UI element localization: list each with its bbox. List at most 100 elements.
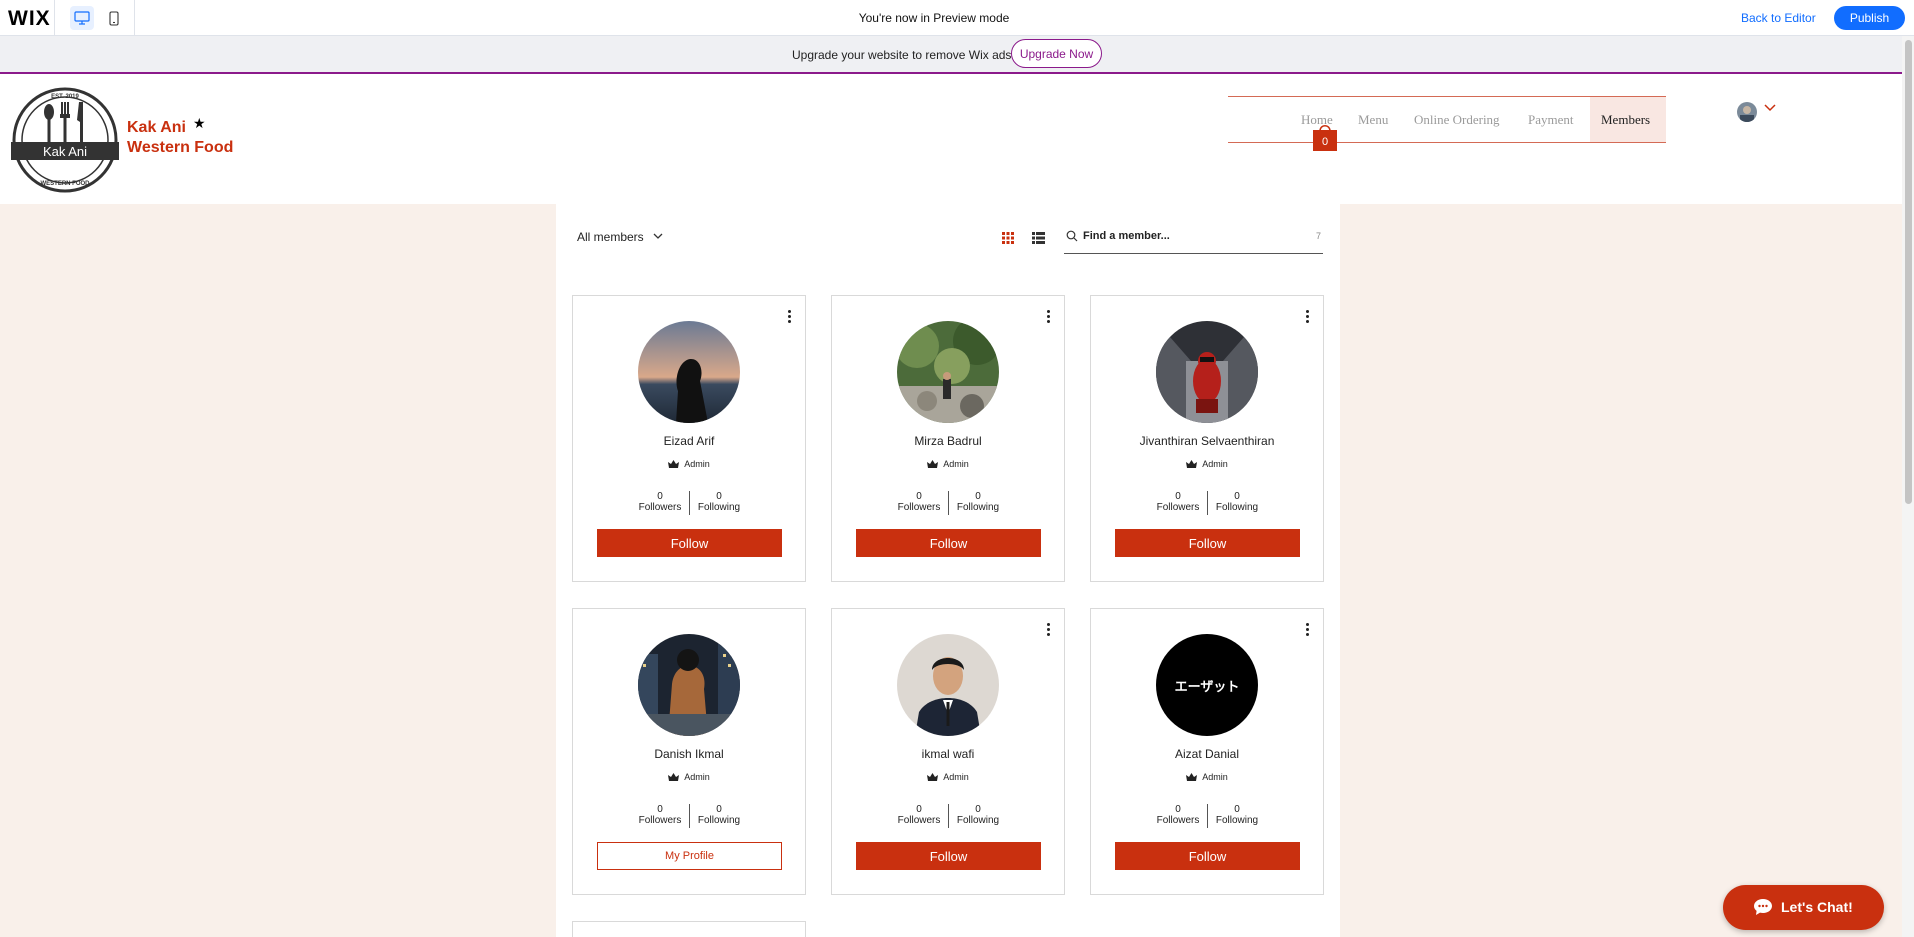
role-label: Admin [1202, 459, 1228, 469]
member-name[interactable]: Eizad Arif [573, 434, 805, 448]
following-label: Following [697, 815, 741, 826]
followers-stat[interactable]: 0 Followers [631, 491, 689, 513]
search-placeholder: Find a member... [1083, 230, 1170, 242]
following-label: Following [956, 815, 1000, 826]
role-label: Admin [684, 459, 710, 469]
chevron-down-icon[interactable] [1764, 104, 1776, 112]
member-avatar[interactable] [897, 321, 999, 423]
more-options-icon[interactable] [1305, 310, 1309, 326]
member-stats: 0 Followers 0 Following [1091, 804, 1323, 828]
member-avatar[interactable] [897, 634, 999, 736]
chat-bubble-icon [1754, 899, 1772, 915]
member-card[interactable]: ikmal wafi Admin 0 Followers 0 Following F… [831, 608, 1065, 895]
member-avatar[interactable] [1156, 321, 1258, 423]
more-options-icon[interactable] [1046, 310, 1050, 326]
followers-count: 0 [916, 491, 922, 502]
member-card[interactable] [572, 921, 806, 937]
followers-stat[interactable]: 0 Followers [1149, 491, 1207, 513]
member-role: Admin [573, 459, 805, 469]
follow-button[interactable]: Follow [856, 842, 1041, 870]
follow-button[interactable]: Follow [597, 529, 782, 557]
my-profile-button[interactable]: My Profile [597, 842, 782, 870]
nav-item-online-ordering[interactable]: Online Ordering [1414, 97, 1500, 142]
followers-stat[interactable]: 0 Followers [631, 804, 689, 826]
following-label: Following [1215, 815, 1259, 826]
followers-count: 0 [916, 804, 922, 815]
member-name[interactable]: Aizat Danial [1091, 747, 1323, 761]
following-stat[interactable]: 0 Following [690, 491, 748, 513]
member-card[interactable]: Mirza Badrul Admin 0 Followers 0 Following… [831, 295, 1065, 582]
member-card[interactable]: Jivanthiran Selvaenthiran Admin 0 Followe… [1090, 295, 1324, 582]
followers-stat[interactable]: 0 Followers [890, 491, 948, 513]
following-count: 0 [1234, 804, 1240, 815]
following-stat[interactable]: 0 Following [1208, 491, 1266, 513]
member-avatar[interactable] [638, 321, 740, 423]
member-search-input[interactable]: Find a member... 7 [1064, 226, 1323, 254]
followers-label: Followers [897, 815, 941, 826]
role-label: Admin [684, 772, 710, 782]
member-stats: 0 Followers 0 Following [573, 491, 805, 515]
member-avatar[interactable] [638, 634, 740, 736]
role-label: Admin [1202, 772, 1228, 782]
role-label: Admin [943, 459, 969, 469]
follow-button[interactable]: Follow [1115, 842, 1300, 870]
following-stat[interactable]: 0 Following [949, 804, 1007, 826]
member-role: Admin [573, 772, 805, 782]
following-stat[interactable]: 0 Following [949, 491, 1007, 513]
chevron-down-icon[interactable] [653, 233, 663, 240]
crown-icon [1186, 460, 1198, 468]
brand-name[interactable]: Kak Ani Western Food [127, 118, 233, 158]
member-name[interactable]: Danish Ikmal [573, 747, 805, 761]
brand-line-1: Kak Ani [127, 119, 186, 136]
crown-icon [668, 773, 680, 781]
role-label: Admin [943, 772, 969, 782]
member-avatar[interactable]: エーザット [1156, 634, 1258, 736]
list-view-icon[interactable] [1032, 232, 1045, 244]
following-count: 0 [716, 804, 722, 815]
back-to-editor-link[interactable]: Back to Editor [1741, 11, 1816, 25]
followers-count: 0 [657, 491, 663, 502]
scrollbar-thumb[interactable] [1905, 40, 1912, 504]
member-role: Admin [1091, 772, 1323, 782]
following-stat[interactable]: 0 Following [690, 804, 748, 826]
member-name[interactable]: Mirza Badrul [832, 434, 1064, 448]
member-role: Admin [1091, 459, 1323, 469]
cart-button[interactable]: 0 [1312, 122, 1338, 152]
nav-item-menu[interactable]: Menu [1358, 97, 1388, 142]
nav-item-payment[interactable]: Payment [1528, 97, 1574, 142]
brand-line-2: Western Food [127, 139, 234, 156]
crown-icon [668, 460, 680, 468]
member-card[interactable]: Eizad Arif Admin 0 Followers 0 Following F… [572, 295, 806, 582]
nav-item-members[interactable]: Members [1590, 97, 1666, 142]
follow-button[interactable]: Follow [1115, 529, 1300, 557]
member-stats: 0 Followers 0 Following [832, 804, 1064, 828]
main-nav: Home Menu Online Ordering Payment Member… [1228, 96, 1666, 143]
site-logo[interactable]: Kak Ani EST. 2019 WESTERN FOOD [11, 86, 119, 194]
member-name[interactable]: Jivanthiran Selvaenthiran [1091, 434, 1323, 448]
chat-button[interactable]: Let's Chat! [1723, 885, 1884, 930]
upgrade-now-button[interactable]: Upgrade Now [1011, 39, 1102, 68]
followers-stat[interactable]: 0 Followers [1149, 804, 1207, 826]
followers-count: 0 [1175, 804, 1181, 815]
preview-mode-text: You're now in Preview mode [858, 11, 1010, 25]
more-options-icon[interactable] [1305, 623, 1309, 639]
followers-stat[interactable]: 0 Followers [890, 804, 948, 826]
more-options-icon[interactable] [1046, 623, 1050, 639]
member-count: 7 [1315, 231, 1321, 241]
member-card[interactable]: Danish Ikmal Admin 0 Followers 0 Following… [572, 608, 806, 895]
more-options-icon[interactable] [787, 310, 791, 326]
following-stat[interactable]: 0 Following [1208, 804, 1266, 826]
member-stats: 0 Followers 0 Following [1091, 491, 1323, 515]
follow-button[interactable]: Follow [856, 529, 1041, 557]
scrollbar[interactable] [1902, 36, 1914, 937]
members-filter[interactable]: All members [577, 230, 644, 244]
member-name[interactable]: ikmal wafi [832, 747, 1064, 761]
user-avatar[interactable] [1737, 102, 1757, 122]
member-card[interactable]: エーザット Aizat Danial Admin 0 Followers 0 Fol… [1090, 608, 1324, 895]
followers-label: Followers [897, 502, 941, 513]
followers-count: 0 [1175, 491, 1181, 502]
cart-count: 0 [1321, 136, 1329, 148]
following-count: 0 [975, 491, 981, 502]
grid-view-icon[interactable] [1002, 232, 1014, 244]
publish-button[interactable]: Publish [1834, 6, 1905, 30]
